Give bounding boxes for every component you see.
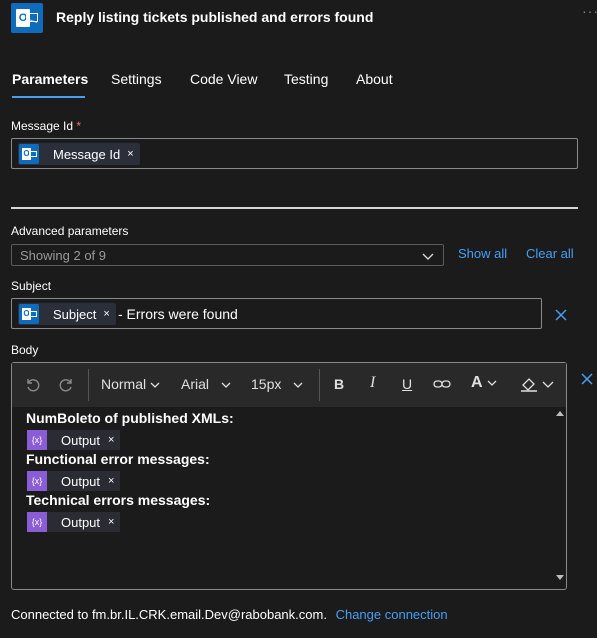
chevron-down-icon [422, 253, 434, 260]
body-heading: Technical errors messages: [26, 492, 211, 508]
token-remove-button[interactable]: × [108, 516, 114, 528]
body-editor[interactable]: Normal Arial 15px B I U A NumBoleto of p… [11, 362, 567, 590]
subject-token[interactable]: O Subject × [18, 303, 116, 325]
token-label: Subject [53, 306, 97, 322]
subject-text[interactable]: - Errors were found [118, 306, 238, 322]
variable-icon: {x} [27, 430, 47, 450]
chevron-down-icon [487, 380, 497, 386]
font-size-value: 15px [251, 376, 282, 392]
advanced-parameters-dropdown[interactable]: Showing 2 of 9 [11, 244, 444, 266]
output-token[interactable]: {x} Output × [27, 471, 121, 491]
connection-info: Connected to fm.br.IL.CRK.email.Dev@rabo… [11, 607, 448, 622]
outlook-icon: O [19, 144, 39, 164]
card-header: O Reply listing tickets published and er… [0, 0, 597, 36]
font-family-value: Arial [181, 376, 210, 392]
output-token[interactable]: {x} Output × [27, 430, 121, 450]
token-remove-button[interactable]: × [127, 148, 133, 160]
underline-icon[interactable]: U [402, 376, 412, 392]
toolbar-separator [88, 369, 89, 401]
tab-code-view[interactable]: Code View [190, 71, 257, 87]
token-label: Output [61, 432, 101, 448]
close-icon[interactable] [580, 372, 594, 386]
variable-icon: {x} [27, 471, 47, 491]
subject-field[interactable]: O Subject × [11, 298, 542, 329]
undo-icon[interactable] [24, 376, 40, 392]
link-icon[interactable] [433, 377, 451, 391]
body-heading: Functional error messages: [26, 451, 210, 467]
dropdown-value: Showing 2 of 9 [20, 248, 107, 263]
action-title[interactable]: Reply listing tickets published and erro… [56, 9, 373, 25]
italic-icon[interactable]: I [370, 374, 375, 392]
scroll-down-arrow[interactable] [556, 575, 564, 580]
output-token[interactable]: {x} Output × [27, 512, 121, 532]
block-style-dropdown[interactable]: Normal [101, 376, 160, 392]
editor-scrollbar[interactable] [554, 409, 566, 589]
chevron-down-icon [293, 382, 303, 389]
tab-bar: Parameters Settings Code View Testing Ab… [0, 68, 597, 100]
chevron-down-icon [221, 382, 231, 389]
close-icon[interactable] [554, 308, 568, 322]
message-id-label: Message Id * [11, 119, 81, 133]
section-divider [11, 207, 578, 209]
clear-all-link[interactable]: Clear all [526, 246, 574, 261]
tab-parameters[interactable]: Parameters [12, 71, 88, 87]
subject-label: Subject [11, 279, 52, 293]
message-id-label-text: Message Id [11, 119, 74, 133]
tab-about[interactable]: About [356, 71, 393, 87]
show-all-link[interactable]: Show all [458, 246, 507, 261]
change-connection-link[interactable]: Change connection [336, 607, 448, 622]
tab-testing[interactable]: Testing [284, 71, 328, 87]
scroll-up-arrow[interactable] [556, 411, 564, 416]
editor-content[interactable]: NumBoleto of published XMLs: {x} Output … [12, 407, 552, 589]
block-style-value: Normal [101, 376, 147, 392]
font-family-dropdown[interactable]: Arial [181, 376, 231, 392]
variable-icon: {x} [27, 512, 47, 532]
toolbar-separator [319, 369, 320, 401]
connection-text: Connected to fm.br.IL.CRK.email.Dev@rabo… [11, 607, 327, 622]
token-label: Output [61, 514, 101, 530]
font-color-icon[interactable]: A [471, 374, 497, 392]
tab-settings[interactable]: Settings [111, 71, 162, 87]
token-label: Message Id [53, 146, 121, 162]
outlook-icon: O [19, 304, 39, 324]
token-remove-button[interactable]: × [108, 434, 114, 446]
outlook-icon: O [11, 3, 43, 33]
token-remove-button[interactable]: × [103, 308, 109, 320]
message-id-token[interactable]: O Message Id × [18, 143, 140, 165]
advanced-parameters-label: Advanced parameters [11, 224, 129, 238]
highlight-icon[interactable] [520, 376, 538, 392]
font-size-dropdown[interactable]: 15px [251, 376, 303, 392]
editor-toolbar: Normal Arial 15px B I U A [12, 363, 566, 407]
token-remove-button[interactable]: × [108, 475, 114, 487]
chevron-down-icon[interactable] [542, 378, 554, 390]
body-label: Body [11, 343, 39, 357]
more-options-icon[interactable]: ··· [582, 3, 597, 19]
body-heading: NumBoleto of published XMLs: [26, 410, 234, 426]
token-label: Output [61, 473, 101, 489]
redo-icon[interactable] [59, 376, 75, 392]
message-id-field[interactable]: O Message Id × [11, 138, 578, 169]
chevron-down-icon [150, 382, 160, 389]
bold-icon[interactable]: B [334, 376, 344, 392]
required-mark: * [76, 119, 82, 133]
active-tab-indicator [12, 96, 85, 98]
